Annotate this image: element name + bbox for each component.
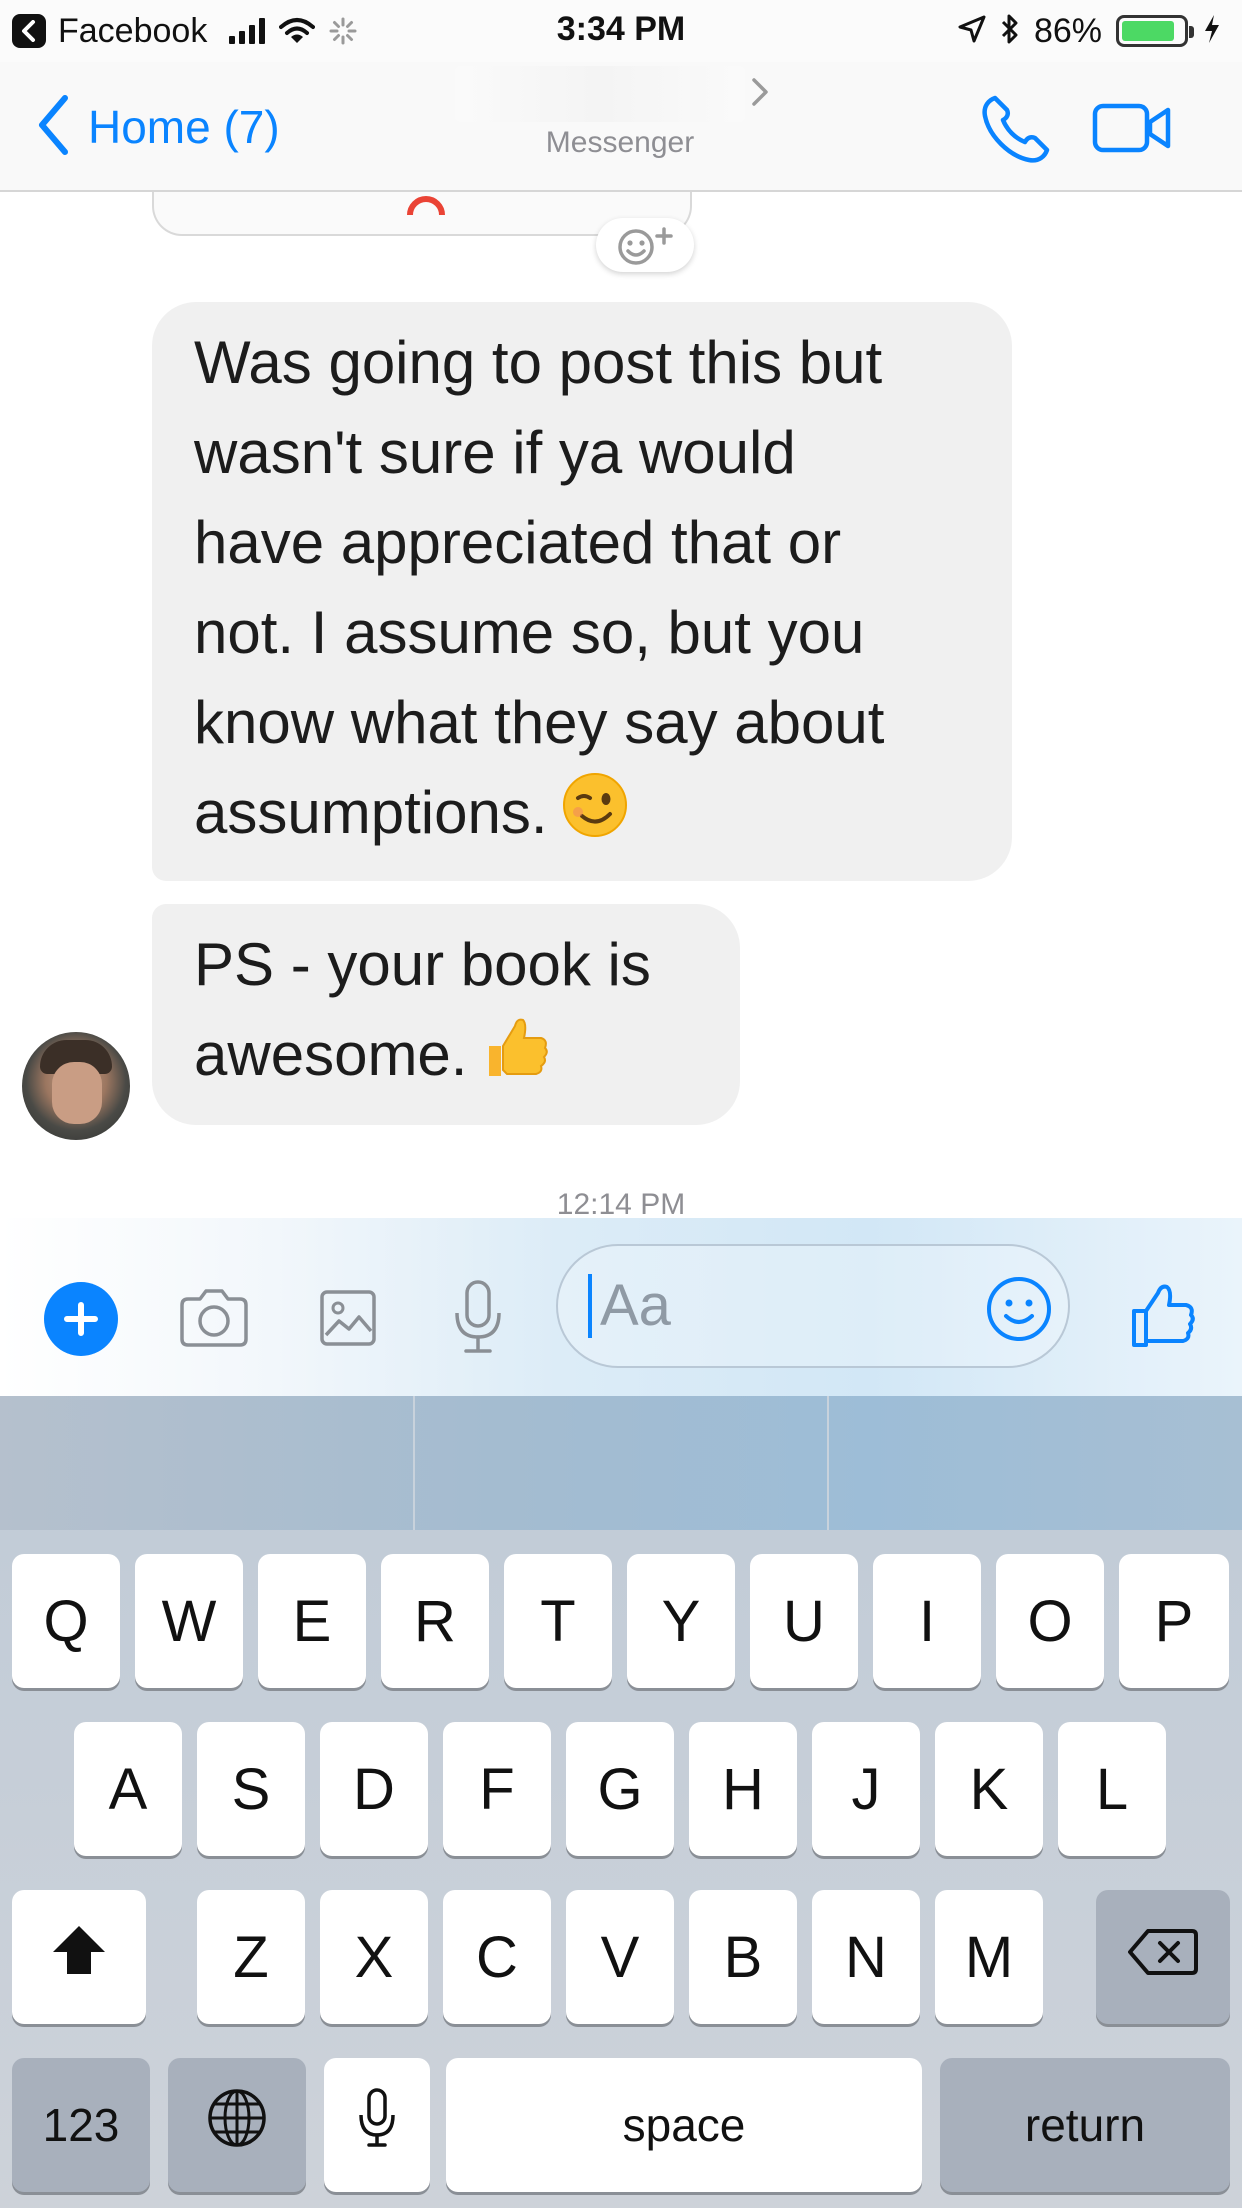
backspace-icon [1128, 1924, 1198, 1991]
contact-name-redacted [455, 66, 745, 122]
key-t[interactable]: T [504, 1554, 612, 1688]
chevron-right-icon [750, 76, 770, 113]
message-line: have appreciated that or [194, 509, 842, 576]
message-line: know what they say about [194, 689, 885, 756]
key-q[interactable]: Q [12, 1554, 120, 1688]
key-k[interactable]: K [935, 1722, 1043, 1856]
key-p[interactable]: P [1119, 1554, 1229, 1688]
key-w[interactable]: W [135, 1554, 243, 1688]
numbers-key[interactable]: 123 [12, 2058, 150, 2192]
globe-key[interactable] [168, 2058, 306, 2192]
battery-level-fill [1122, 21, 1174, 41]
key-a[interactable]: A [74, 1722, 182, 1856]
message-line: assumptions. [194, 779, 548, 846]
key-e[interactable]: E [258, 1554, 366, 1688]
key-n[interactable]: N [812, 1890, 920, 2024]
key-g[interactable]: G [566, 1722, 674, 1856]
message-line: awesome. [194, 1021, 468, 1088]
key-s[interactable]: S [197, 1722, 305, 1856]
shift-arrow-icon [49, 1922, 109, 1992]
status-bar: Facebook 3:34 PM 86% [0, 0, 1242, 62]
key-j[interactable]: J [812, 1722, 920, 1856]
suggestion-slot[interactable] [0, 1396, 413, 1530]
battery-percentage: 86% [1033, 11, 1102, 50]
message-line-last: assumptions. [194, 768, 970, 863]
message-line: wasn't sure if ya would [194, 419, 796, 486]
status-bar-right: 86% [958, 10, 1222, 52]
message-input-placeholder: Aa [600, 1273, 671, 1338]
text-caret [588, 1274, 592, 1338]
location-arrow-icon [958, 15, 986, 48]
back-chevron-icon [36, 94, 70, 161]
video-camera-icon[interactable] [1092, 98, 1172, 158]
dictation-key[interactable] [324, 2058, 430, 2192]
key-f[interactable]: F [443, 1722, 551, 1856]
avatar[interactable] [22, 1032, 130, 1140]
conversation-thread[interactable]: Was going to post this but wasn't sure i… [0, 192, 1242, 1218]
photo-gallery-icon[interactable] [310, 1280, 386, 1356]
suggestion-slot[interactable] [412, 1396, 828, 1530]
dictation-mic-icon [357, 2087, 397, 2163]
key-i[interactable]: I [873, 1554, 981, 1688]
message-timestamp: 12:14 PM [556, 1188, 686, 1218]
smiley-icon[interactable] [984, 1274, 1054, 1344]
return-key[interactable]: return [940, 2058, 1230, 2192]
thumbs-up-emoji [481, 1012, 551, 1107]
conversation-subtitle: Messenger [545, 126, 695, 159]
navigation-bar: Home (7) Messenger [0, 62, 1242, 192]
home-back-button[interactable]: Home (7) [36, 92, 280, 162]
predictive-text-bar [0, 1396, 1242, 1530]
backspace-key[interactable] [1096, 1890, 1230, 2024]
key-d[interactable]: D [320, 1722, 428, 1856]
message-input[interactable]: Aa [556, 1244, 1070, 1368]
suggestion-slot[interactable] [827, 1396, 1242, 1530]
back-button-label: Home (7) [88, 101, 280, 153]
key-h[interactable]: H [689, 1722, 797, 1856]
space-key[interactable]: space [446, 2058, 922, 2192]
message-line: PS - your book is [194, 931, 651, 998]
camera-icon[interactable] [176, 1280, 252, 1356]
key-c[interactable]: C [443, 1890, 551, 2024]
add-reaction-icon[interactable] [596, 218, 694, 272]
key-u[interactable]: U [750, 1554, 858, 1688]
microphone-icon[interactable] [440, 1276, 516, 1358]
message-bubble[interactable]: PS - your book is awesome. [152, 904, 740, 1125]
google-logo-icon [404, 192, 448, 224]
phone-icon[interactable] [975, 90, 1055, 170]
message-line: Was going to post this but [194, 329, 883, 396]
keyboard: Q W E R T Y U I O P A S D F G H J K L Z … [0, 1530, 1242, 2208]
message-composer: Aa [0, 1218, 1242, 1396]
globe-icon [206, 2087, 268, 2163]
message-line-last: awesome. [194, 1010, 698, 1107]
key-z[interactable]: Z [197, 1890, 305, 2024]
key-y[interactable]: Y [627, 1554, 735, 1688]
plus-icon[interactable] [44, 1282, 118, 1356]
message-line: not. I assume so, but you [194, 599, 865, 666]
message-bubble[interactable]: Was going to post this but wasn't sure i… [152, 302, 1012, 881]
key-b[interactable]: B [689, 1890, 797, 2024]
key-m[interactable]: M [935, 1890, 1043, 2024]
key-v[interactable]: V [566, 1890, 674, 2024]
key-l[interactable]: L [1058, 1722, 1166, 1856]
battery-icon [1116, 15, 1194, 47]
conversation-title[interactable]: Messenger [450, 62, 790, 192]
bluetooth-icon [1000, 13, 1020, 50]
charging-bolt-icon [1202, 13, 1222, 50]
key-r[interactable]: R [381, 1554, 489, 1688]
shift-key[interactable] [12, 1890, 146, 2024]
winking-face-emoji [562, 772, 628, 863]
like-thumb-icon[interactable] [1120, 1272, 1206, 1358]
key-x[interactable]: X [320, 1890, 428, 2024]
key-o[interactable]: O [996, 1554, 1104, 1688]
